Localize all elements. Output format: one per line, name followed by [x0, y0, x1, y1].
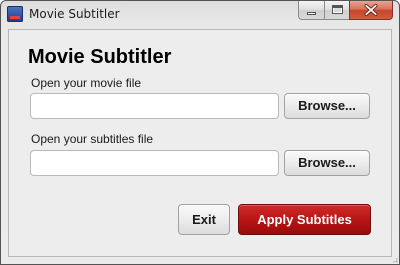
- minimize-button[interactable]: [298, 1, 324, 20]
- movie-file-input[interactable]: [30, 93, 279, 119]
- app-window: Movie Subtitler Movie Subtitler Open you…: [0, 0, 400, 265]
- subtitles-file-label: Open your subtitles file: [31, 132, 154, 146]
- page-title: Movie Subtitler: [28, 46, 172, 68]
- film-app-icon[interactable]: [7, 6, 23, 22]
- window-title: Movie Subtitler: [29, 7, 120, 21]
- title-bar[interactable]: Movie Subtitler: [1, 1, 399, 28]
- caption-buttons: [298, 1, 393, 20]
- maximize-button[interactable]: [324, 1, 349, 20]
- minimize-icon: [307, 12, 316, 15]
- window-bottom-edge: [1, 257, 399, 264]
- main-panel: Movie Subtitler Open your movie file Bro…: [8, 29, 392, 257]
- resize-grip-icon[interactable]: [392, 257, 398, 263]
- close-button[interactable]: [349, 1, 393, 20]
- subtitles-file-input[interactable]: [30, 150, 279, 176]
- browse-subtitles-button[interactable]: Browse...: [284, 150, 370, 176]
- exit-button[interactable]: Exit: [178, 204, 230, 235]
- apply-subtitles-button[interactable]: Apply Subtitles: [238, 204, 371, 235]
- movie-file-label: Open your movie file: [31, 76, 142, 90]
- close-icon: [364, 4, 378, 16]
- browse-movie-button[interactable]: Browse...: [284, 93, 370, 119]
- maximize-icon: [332, 5, 343, 14]
